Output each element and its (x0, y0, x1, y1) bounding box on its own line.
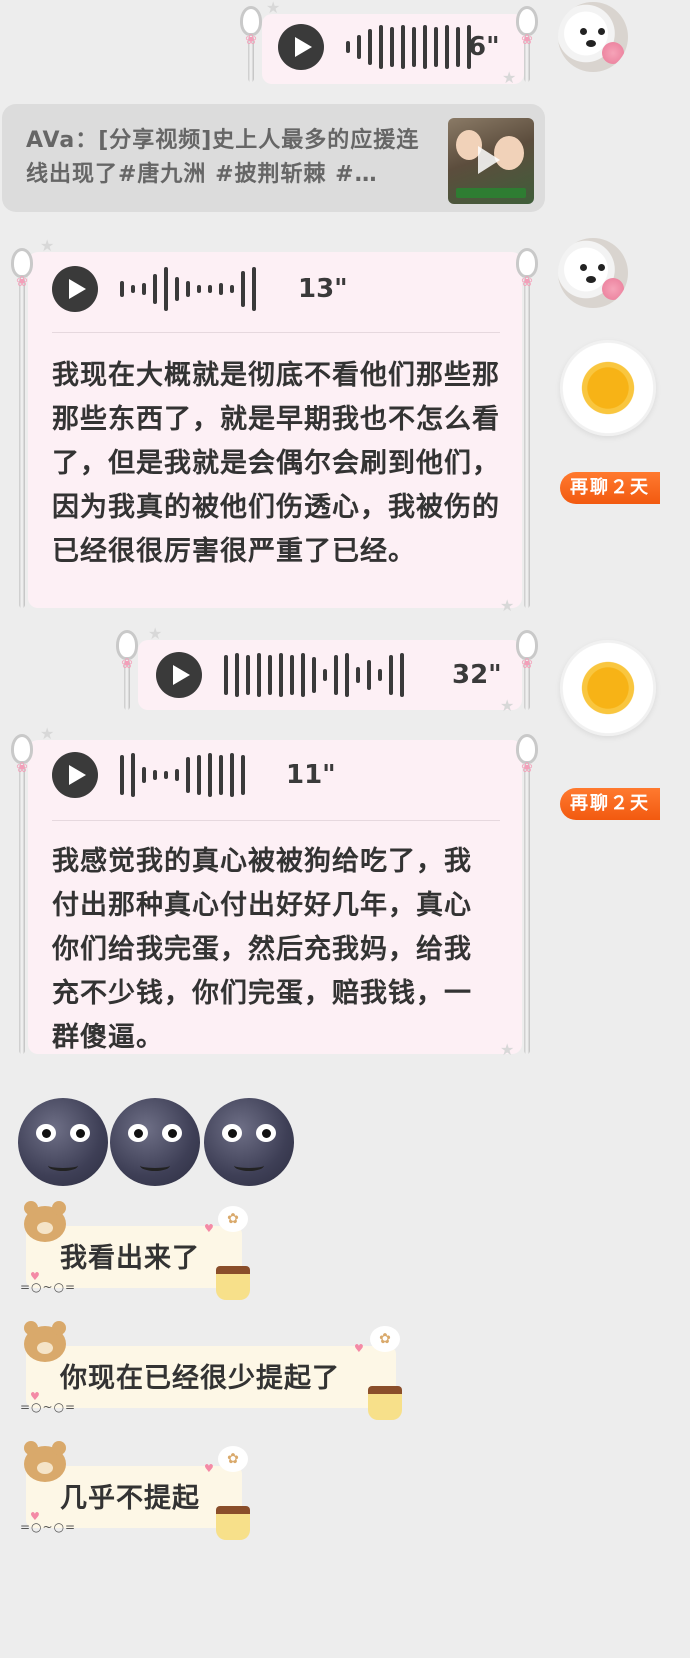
thumbnail-caption-bar (456, 188, 526, 198)
star-decoration: ★ (266, 0, 281, 17)
bow-decoration: ❀ (121, 656, 133, 672)
bow-decoration: ❀ (245, 32, 257, 48)
star-decoration: ★ (40, 236, 55, 255)
kaomoji-label: =○~○= (20, 1280, 77, 1294)
paw-icon: ✿ (218, 1446, 248, 1472)
message-text: 你现在已经很少提起了 (60, 1363, 340, 1394)
star-decoration: ★ (500, 1040, 515, 1059)
kaomoji-label: =○~○= (20, 1520, 77, 1534)
message-text: 几乎不提起 (60, 1483, 200, 1514)
bubble-frame-rod (19, 278, 25, 608)
video-thumbnail[interactable] (448, 118, 534, 204)
chat-again-badge[interactable]: 再聊２天 (560, 472, 660, 504)
transcript-divider (52, 332, 500, 333)
pudding-icon (216, 1506, 250, 1540)
star-decoration: ★ (500, 596, 515, 615)
moon-face-icon (110, 1098, 200, 1186)
bow-decoration: ❀ (521, 32, 533, 48)
play-icon[interactable] (52, 266, 98, 312)
bow-decoration: ❀ (521, 274, 533, 290)
pudding-icon (368, 1386, 402, 1420)
waveform (346, 22, 471, 72)
fried-egg-sticker[interactable] (560, 640, 656, 736)
play-icon[interactable] (156, 652, 202, 698)
bubble-frame-rod (19, 764, 25, 1054)
waveform (120, 264, 256, 314)
paw-icon: ✿ (218, 1206, 248, 1232)
star-decoration: ★ (148, 624, 163, 643)
bow-decoration: ❀ (521, 760, 533, 776)
heart-decoration: ♥ (204, 1222, 214, 1235)
voice-transcript: 我感觉我的真心被被狗给吃了，我付出那种真心付出好好几年，真心你们给我完蛋，然后充… (52, 846, 472, 1053)
moon-face-icon (18, 1098, 108, 1186)
bubble-frame-rod (524, 278, 530, 608)
voice-duration: 11" (286, 760, 336, 790)
paw-icon: ✿ (370, 1326, 400, 1352)
waveform (224, 650, 404, 700)
play-icon (478, 146, 500, 174)
voice-duration: 13" (298, 274, 348, 304)
voice-duration: 32" (452, 660, 502, 690)
play-icon[interactable] (278, 24, 324, 70)
pudding-icon (216, 1266, 250, 1300)
shared-video-card[interactable]: AVa：[分享视频]史上人最多的应援连线出现了#唐九洲 #披荆斩棘 #… (2, 104, 545, 212)
heart-decoration: ♥ (204, 1462, 214, 1475)
bow-decoration: ❀ (16, 274, 28, 290)
star-decoration: ★ (40, 724, 55, 743)
shared-video-text: AVa：[分享视频]史上人最多的应援连线出现了#唐九洲 #披荆斩棘 #… (26, 128, 420, 187)
heart-decoration: ♥ (354, 1342, 364, 1355)
kaomoji-label: =○~○= (20, 1400, 77, 1414)
avatar[interactable] (558, 2, 628, 72)
chat-again-badge[interactable]: 再聊２天 (560, 788, 660, 820)
transcript-divider (52, 820, 500, 821)
star-decoration: ★ (502, 68, 517, 87)
waveform (120, 750, 245, 800)
bow-decoration: ❀ (16, 760, 28, 776)
star-decoration: ★ (500, 696, 515, 715)
voice-transcript: 我现在大概就是彻底不看他们那些那那些东西了，就是早期我也不怎么看了，但是我就是会… (52, 360, 500, 567)
bow-decoration: ❀ (521, 656, 533, 672)
fried-egg-sticker[interactable] (560, 340, 656, 436)
play-icon[interactable] (52, 752, 98, 798)
moon-face-icon (204, 1098, 294, 1186)
bubble-frame-rod (524, 764, 530, 1054)
voice-duration: 6" (468, 32, 500, 62)
message-text: 我看出来了 (60, 1243, 200, 1274)
avatar[interactable] (558, 238, 628, 308)
